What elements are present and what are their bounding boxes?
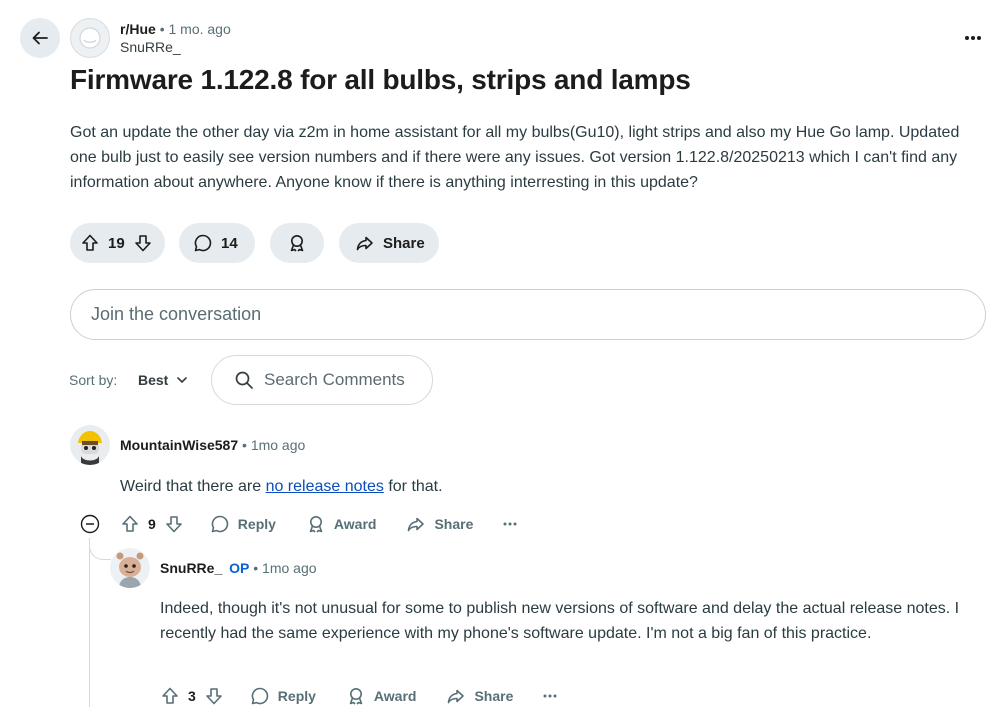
meta-separator: • bbox=[242, 437, 247, 453]
reply-button[interactable]: Reply bbox=[210, 514, 276, 534]
collapse-thread-button[interactable] bbox=[79, 513, 101, 535]
comment-icon bbox=[210, 514, 230, 534]
award-icon bbox=[287, 233, 307, 253]
upvote-icon[interactable] bbox=[120, 514, 140, 534]
comment-meta: MountainWise587 • 1mo ago bbox=[120, 437, 305, 453]
comment-age: 1mo ago bbox=[250, 437, 306, 453]
comment-icon bbox=[193, 233, 213, 253]
share-button[interactable]: Share bbox=[406, 514, 473, 534]
avatar[interactable] bbox=[70, 425, 110, 465]
sort-value: Best bbox=[138, 372, 169, 388]
comment-text-after: for that. bbox=[383, 478, 443, 495]
release-notes-link[interactable]: no release notes bbox=[266, 478, 384, 495]
more-options-icon bbox=[543, 694, 557, 698]
share-label: Share bbox=[383, 234, 425, 252]
sort-label: Sort by: bbox=[69, 372, 118, 388]
search-icon bbox=[234, 370, 254, 390]
upvote-icon[interactable] bbox=[160, 686, 180, 706]
award-label: Award bbox=[373, 688, 417, 704]
comment-actions: 9 Reply Award Share bbox=[120, 508, 547, 540]
upvote-icon[interactable] bbox=[80, 233, 100, 253]
comment-username[interactable]: MountainWise587 bbox=[120, 437, 238, 453]
back-button[interactable] bbox=[20, 18, 60, 58]
post-award-button[interactable] bbox=[270, 223, 324, 263]
reply-label: Reply bbox=[237, 516, 276, 532]
award-label: Award bbox=[333, 516, 377, 532]
subreddit-avatar[interactable] bbox=[70, 18, 110, 58]
comment-text: Weird that there are no release notes fo… bbox=[120, 474, 980, 499]
search-comments-placeholder: Search Comments bbox=[264, 370, 405, 389]
post-comments-button[interactable]: 14 bbox=[179, 223, 255, 263]
award-icon bbox=[306, 514, 326, 534]
comment-icon bbox=[250, 686, 270, 706]
comment-actions: 3 Reply Award Share bbox=[160, 680, 587, 707]
meta-separator: • bbox=[253, 560, 259, 576]
award-button[interactable]: Award bbox=[306, 514, 377, 534]
downvote-icon[interactable] bbox=[164, 514, 184, 534]
reply-label: Reply bbox=[277, 688, 316, 704]
comment-text-before: Weird that there are bbox=[120, 478, 266, 495]
comment-vote-count: 3 bbox=[188, 688, 196, 704]
subreddit-name[interactable]: r/Hue bbox=[120, 21, 156, 37]
comment-more-button[interactable] bbox=[503, 522, 517, 526]
post-author[interactable]: SnuRRe_ bbox=[120, 38, 231, 56]
avatar[interactable] bbox=[110, 548, 150, 588]
reply-button[interactable]: Reply bbox=[250, 686, 316, 706]
share-button[interactable]: Share bbox=[446, 686, 513, 706]
award-icon bbox=[346, 686, 366, 706]
comment-more-button[interactable] bbox=[543, 694, 557, 698]
thread-line bbox=[89, 540, 90, 707]
downvote-icon[interactable] bbox=[204, 686, 224, 706]
comment-text: Indeed, though it's not unusual for some… bbox=[160, 600, 960, 642]
sort-dropdown[interactable]: Best bbox=[130, 364, 196, 396]
post-meta: r/Hue • 1 mo. ago SnuRRe_ bbox=[120, 20, 231, 56]
join-conversation-input[interactable]: Join the conversation bbox=[70, 289, 986, 340]
subreddit-icon bbox=[77, 25, 103, 51]
award-button[interactable]: Award bbox=[346, 686, 417, 706]
post-body: Got an update the other day via z2m in h… bbox=[70, 124, 960, 191]
post-title: Firmware 1.122.8 for all bulbs, strips a… bbox=[70, 64, 691, 95]
share-icon bbox=[406, 514, 426, 534]
op-badge: OP bbox=[229, 560, 250, 576]
comment-vote-group: 9 bbox=[120, 514, 184, 534]
post-vote-count: 19 bbox=[108, 234, 125, 252]
share-label: Share bbox=[474, 688, 514, 704]
post-age: 1 mo. ago bbox=[168, 21, 231, 37]
comment-username[interactable]: SnuRRe_ bbox=[160, 560, 222, 576]
meta-separator: • bbox=[159, 21, 165, 37]
comment-vote-group: 3 bbox=[160, 686, 224, 706]
downvote-icon[interactable] bbox=[133, 233, 153, 253]
post-comment-count: 14 bbox=[221, 234, 238, 252]
more-options-icon bbox=[964, 35, 982, 41]
comment-age: 1mo ago bbox=[262, 560, 317, 576]
join-conversation-placeholder: Join the conversation bbox=[91, 304, 262, 324]
back-arrow-icon bbox=[30, 28, 50, 48]
comment-meta: SnuRRe_ OP • 1mo ago bbox=[160, 560, 317, 576]
more-options-icon bbox=[503, 522, 517, 526]
post-share-button[interactable]: Share bbox=[339, 223, 439, 263]
chevron-down-icon bbox=[176, 374, 188, 386]
share-label: Share bbox=[434, 516, 474, 532]
share-icon bbox=[446, 686, 466, 706]
search-comments-input[interactable]: Search Comments bbox=[211, 355, 433, 405]
more-options-button[interactable] bbox=[960, 26, 986, 50]
comment-vote-count: 9 bbox=[148, 516, 156, 532]
post-vote-group: 19 bbox=[70, 223, 165, 263]
thread-connector bbox=[89, 538, 111, 560]
collapse-icon bbox=[80, 514, 100, 534]
share-icon bbox=[355, 233, 375, 253]
